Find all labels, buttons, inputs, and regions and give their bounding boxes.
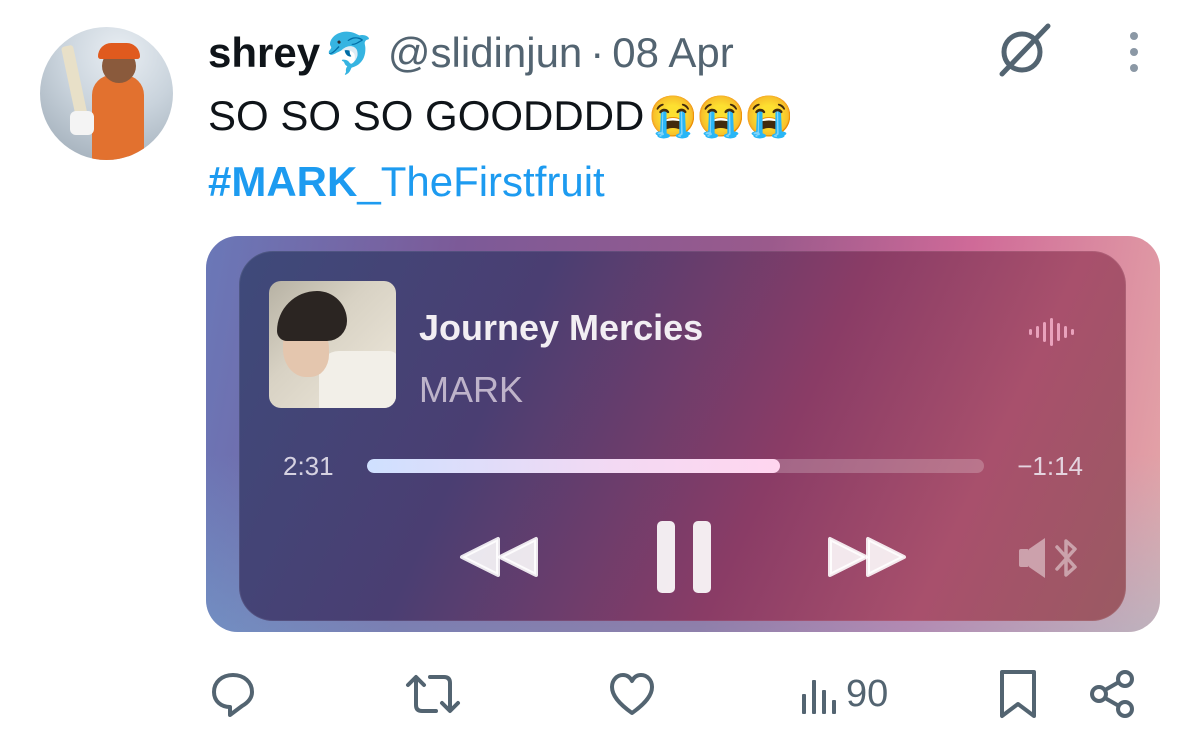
author-emoji: 🐬 (324, 31, 374, 76)
progress-fill (367, 459, 781, 473)
crying-emojis: 😭😭😭 (648, 94, 793, 139)
like-icon (610, 673, 654, 715)
remaining-time: −1:14 (1017, 451, 1083, 481)
hashtag-link[interactable]: #MARK_TheFirstfruit (208, 158, 605, 206)
now-playing-widget: Journey Mercies MARK 2:31 −1:14 (239, 251, 1126, 621)
reply-icon (212, 673, 254, 717)
grok-icon[interactable] (992, 18, 1056, 82)
progress-bar[interactable] (367, 459, 984, 473)
elapsed-time: 2:31 (283, 451, 334, 481)
song-title: Journey Mercies (419, 307, 704, 348)
tweet-date[interactable]: 08 Apr (612, 29, 733, 77)
hashtag-bold: #MARK (208, 158, 358, 205)
media-attachment[interactable]: Journey Mercies MARK 2:31 −1:14 (206, 236, 1160, 632)
tweet-header: shrey 🐬 @slidinjun · 08 Apr (208, 28, 734, 78)
like-button[interactable] (608, 667, 656, 721)
author-name[interactable]: shrey (208, 29, 320, 77)
album-art-hair (277, 291, 347, 341)
bluetooth-speaker-icon[interactable] (1017, 535, 1083, 581)
views-button[interactable]: 90 (800, 667, 888, 721)
header-separator: · (590, 29, 605, 76)
audio-wave-icon (1029, 318, 1074, 346)
tweet-text: SO SO SO GOODDDD 😭😭😭 (208, 92, 794, 140)
pause-icon[interactable] (655, 519, 713, 595)
album-art-shirt (319, 351, 396, 408)
share-icon (1090, 670, 1134, 718)
share-button[interactable] (1088, 667, 1136, 721)
album-art (269, 281, 396, 408)
views-icon (802, 680, 836, 714)
avatar-cap (98, 43, 140, 59)
more-options-icon[interactable] (1124, 28, 1144, 80)
retweet-button[interactable] (404, 667, 462, 721)
rewind-icon[interactable] (458, 535, 540, 579)
retweet-icon (406, 675, 460, 713)
song-artist: MARK (419, 369, 524, 410)
author-handle[interactable]: @slidinjun (388, 29, 582, 77)
views-count: 90 (846, 672, 889, 715)
avatar[interactable] (40, 27, 173, 160)
reply-button[interactable] (208, 667, 258, 721)
bookmark-button[interactable] (998, 667, 1038, 721)
fast-forward-icon[interactable] (826, 535, 908, 579)
hashtag-rest: _TheFirstfruit (357, 158, 605, 205)
avatar-body (92, 75, 144, 160)
tweet-text-body: SO SO SO GOODDDD (208, 92, 645, 139)
avatar-glove (70, 111, 94, 135)
bookmark-icon (1000, 670, 1036, 718)
